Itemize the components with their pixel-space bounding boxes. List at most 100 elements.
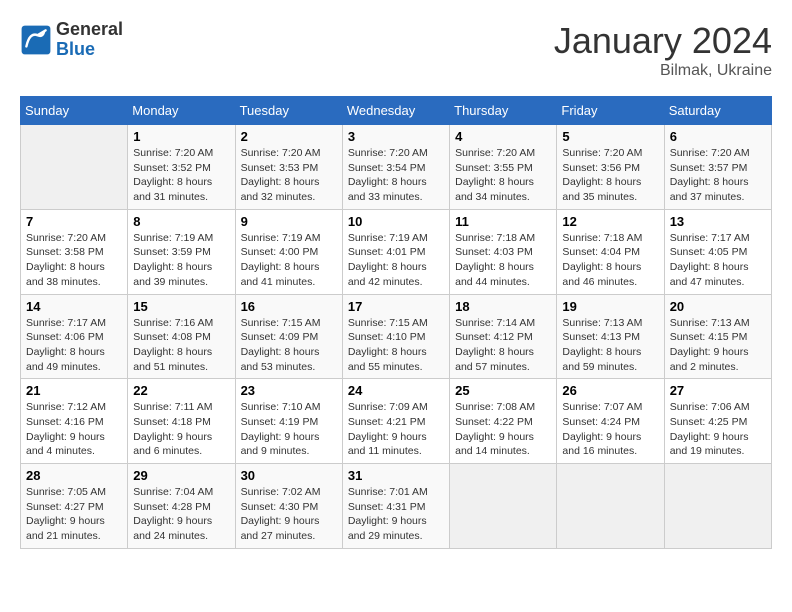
calendar-cell: [664, 464, 771, 549]
sunset-text: Sunset: 4:31 PM: [348, 500, 444, 515]
day-info: Sunrise: 7:20 AMSunset: 3:57 PMDaylight:…: [670, 146, 766, 205]
sunrise-text: Sunrise: 7:01 AM: [348, 485, 444, 500]
logo-text: General Blue: [56, 20, 123, 60]
sunset-text: Sunset: 3:53 PM: [241, 161, 337, 176]
calendar-cell: 29Sunrise: 7:04 AMSunset: 4:28 PMDayligh…: [128, 464, 235, 549]
calendar-week-row: 14Sunrise: 7:17 AMSunset: 4:06 PMDayligh…: [21, 294, 772, 379]
day-number: 19: [562, 299, 658, 314]
daylight-text-line1: Daylight: 8 hours: [133, 175, 229, 190]
calendar-cell: 12Sunrise: 7:18 AMSunset: 4:04 PMDayligh…: [557, 209, 664, 294]
header-sunday: Sunday: [21, 97, 128, 125]
day-number: 2: [241, 129, 337, 144]
daylight-text-line1: Daylight: 8 hours: [562, 345, 658, 360]
calendar-cell: 18Sunrise: 7:14 AMSunset: 4:12 PMDayligh…: [450, 294, 557, 379]
day-number: 5: [562, 129, 658, 144]
daylight-text-line1: Daylight: 8 hours: [670, 260, 766, 275]
calendar-cell: 9Sunrise: 7:19 AMSunset: 4:00 PMDaylight…: [235, 209, 342, 294]
calendar-header: Sunday Monday Tuesday Wednesday Thursday…: [21, 97, 772, 125]
calendar-cell: [450, 464, 557, 549]
page-header: General Blue January 2024 Bilmak, Ukrain…: [20, 20, 772, 80]
day-info: Sunrise: 7:18 AMSunset: 4:03 PMDaylight:…: [455, 231, 551, 290]
calendar-cell: 1Sunrise: 7:20 AMSunset: 3:52 PMDaylight…: [128, 125, 235, 210]
header-friday: Friday: [557, 97, 664, 125]
calendar-cell: 13Sunrise: 7:17 AMSunset: 4:05 PMDayligh…: [664, 209, 771, 294]
daylight-text-line1: Daylight: 9 hours: [133, 514, 229, 529]
location: Bilmak, Ukraine: [554, 62, 772, 80]
daylight-text-line2: and 31 minutes.: [133, 190, 229, 205]
header-thursday: Thursday: [450, 97, 557, 125]
day-info: Sunrise: 7:02 AMSunset: 4:30 PMDaylight:…: [241, 485, 337, 544]
daylight-text-line2: and 55 minutes.: [348, 360, 444, 375]
calendar-cell: 24Sunrise: 7:09 AMSunset: 4:21 PMDayligh…: [342, 379, 449, 464]
sunset-text: Sunset: 3:56 PM: [562, 161, 658, 176]
daylight-text-line1: Daylight: 9 hours: [241, 514, 337, 529]
sunset-text: Sunset: 3:58 PM: [26, 245, 122, 260]
daylight-text-line1: Daylight: 9 hours: [455, 430, 551, 445]
day-number: 12: [562, 214, 658, 229]
daylight-text-line1: Daylight: 8 hours: [455, 345, 551, 360]
sunrise-text: Sunrise: 7:20 AM: [348, 146, 444, 161]
sunset-text: Sunset: 4:01 PM: [348, 245, 444, 260]
sunrise-text: Sunrise: 7:08 AM: [455, 400, 551, 415]
calendar-body: 1Sunrise: 7:20 AMSunset: 3:52 PMDaylight…: [21, 125, 772, 549]
sunrise-text: Sunrise: 7:15 AM: [348, 316, 444, 331]
calendar-week-row: 28Sunrise: 7:05 AMSunset: 4:27 PMDayligh…: [21, 464, 772, 549]
daylight-text-line2: and 29 minutes.: [348, 529, 444, 544]
day-info: Sunrise: 7:07 AMSunset: 4:24 PMDaylight:…: [562, 400, 658, 459]
title-block: January 2024 Bilmak, Ukraine: [554, 20, 772, 80]
sunset-text: Sunset: 4:18 PM: [133, 415, 229, 430]
sunrise-text: Sunrise: 7:20 AM: [455, 146, 551, 161]
day-info: Sunrise: 7:12 AMSunset: 4:16 PMDaylight:…: [26, 400, 122, 459]
daylight-text-line2: and 39 minutes.: [133, 275, 229, 290]
daylight-text-line2: and 49 minutes.: [26, 360, 122, 375]
sunset-text: Sunset: 4:16 PM: [26, 415, 122, 430]
calendar-cell: 30Sunrise: 7:02 AMSunset: 4:30 PMDayligh…: [235, 464, 342, 549]
daylight-text-line1: Daylight: 8 hours: [133, 345, 229, 360]
daylight-text-line2: and 14 minutes.: [455, 444, 551, 459]
sunrise-text: Sunrise: 7:17 AM: [670, 231, 766, 246]
day-info: Sunrise: 7:19 AMSunset: 3:59 PMDaylight:…: [133, 231, 229, 290]
day-info: Sunrise: 7:06 AMSunset: 4:25 PMDaylight:…: [670, 400, 766, 459]
daylight-text-line1: Daylight: 9 hours: [133, 430, 229, 445]
sunset-text: Sunset: 3:57 PM: [670, 161, 766, 176]
day-number: 22: [133, 383, 229, 398]
day-info: Sunrise: 7:05 AMSunset: 4:27 PMDaylight:…: [26, 485, 122, 544]
sunrise-text: Sunrise: 7:04 AM: [133, 485, 229, 500]
day-number: 18: [455, 299, 551, 314]
calendar-cell: 7Sunrise: 7:20 AMSunset: 3:58 PMDaylight…: [21, 209, 128, 294]
logo-icon: [20, 24, 52, 56]
calendar-cell: 17Sunrise: 7:15 AMSunset: 4:10 PMDayligh…: [342, 294, 449, 379]
daylight-text-line1: Daylight: 9 hours: [26, 514, 122, 529]
daylight-text-line1: Daylight: 8 hours: [133, 260, 229, 275]
sunrise-text: Sunrise: 7:20 AM: [562, 146, 658, 161]
daylight-text-line2: and 27 minutes.: [241, 529, 337, 544]
calendar-cell: 3Sunrise: 7:20 AMSunset: 3:54 PMDaylight…: [342, 125, 449, 210]
day-number: 29: [133, 468, 229, 483]
daylight-text-line2: and 59 minutes.: [562, 360, 658, 375]
day-number: 6: [670, 129, 766, 144]
sunrise-text: Sunrise: 7:20 AM: [133, 146, 229, 161]
daylight-text-line2: and 32 minutes.: [241, 190, 337, 205]
sunset-text: Sunset: 4:19 PM: [241, 415, 337, 430]
daylight-text-line2: and 51 minutes.: [133, 360, 229, 375]
daylight-text-line1: Daylight: 9 hours: [26, 430, 122, 445]
calendar-cell: 5Sunrise: 7:20 AMSunset: 3:56 PMDaylight…: [557, 125, 664, 210]
sunrise-text: Sunrise: 7:18 AM: [455, 231, 551, 246]
sunset-text: Sunset: 3:52 PM: [133, 161, 229, 176]
daylight-text-line2: and 6 minutes.: [133, 444, 229, 459]
daylight-text-line1: Daylight: 9 hours: [670, 430, 766, 445]
daylight-text-line2: and 34 minutes.: [455, 190, 551, 205]
sunrise-text: Sunrise: 7:19 AM: [241, 231, 337, 246]
sunset-text: Sunset: 4:06 PM: [26, 330, 122, 345]
calendar-cell: 20Sunrise: 7:13 AMSunset: 4:15 PMDayligh…: [664, 294, 771, 379]
day-info: Sunrise: 7:15 AMSunset: 4:09 PMDaylight:…: [241, 316, 337, 375]
sunrise-text: Sunrise: 7:18 AM: [562, 231, 658, 246]
day-number: 15: [133, 299, 229, 314]
sunrise-text: Sunrise: 7:16 AM: [133, 316, 229, 331]
calendar-cell: 11Sunrise: 7:18 AMSunset: 4:03 PMDayligh…: [450, 209, 557, 294]
day-info: Sunrise: 7:08 AMSunset: 4:22 PMDaylight:…: [455, 400, 551, 459]
sunrise-text: Sunrise: 7:05 AM: [26, 485, 122, 500]
sunrise-text: Sunrise: 7:20 AM: [670, 146, 766, 161]
day-number: 24: [348, 383, 444, 398]
sunset-text: Sunset: 4:08 PM: [133, 330, 229, 345]
